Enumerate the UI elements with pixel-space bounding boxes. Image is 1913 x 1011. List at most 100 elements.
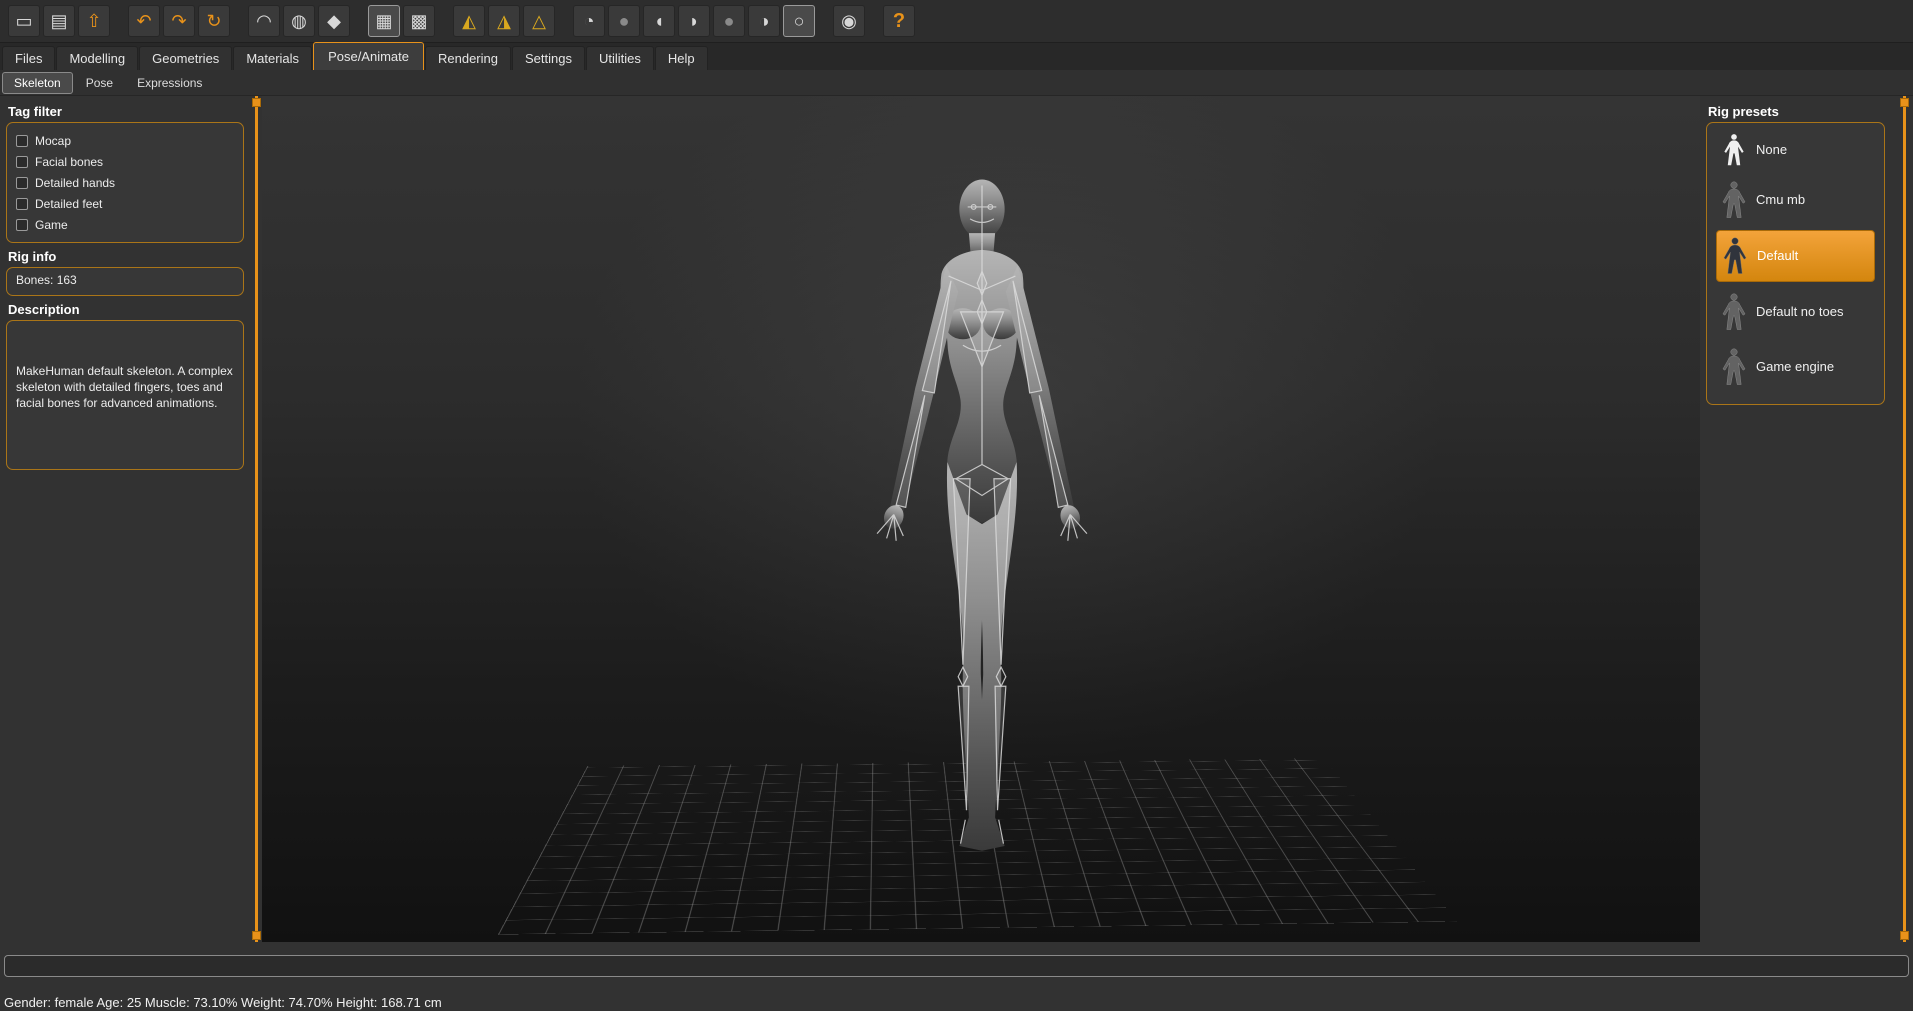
checkbox-mocap[interactable]: Mocap xyxy=(16,130,234,151)
view-half-button[interactable]: ◑ xyxy=(748,5,780,37)
head-top-icon: ● xyxy=(619,12,630,30)
viewport-3d[interactable] xyxy=(262,96,1700,942)
background-toggle-button[interactable]: ▩ xyxy=(403,5,435,37)
description-title: Description xyxy=(8,302,244,317)
tab-utilities[interactable]: Utilities xyxy=(586,46,654,70)
grid-toggle-button[interactable]: ▦ xyxy=(368,5,400,37)
tab-files[interactable]: Files xyxy=(2,46,55,70)
subtab-skeleton[interactable]: Skeleton xyxy=(2,72,73,94)
left-splitter[interactable] xyxy=(250,96,262,942)
head-right-icon: ◗ xyxy=(689,12,700,30)
rig-preset-label: Default xyxy=(1757,248,1798,264)
makehuman-window: ▭ ▤ ⇧ ↶ ↷ ↻ ◠ ◍ ◆ ▦ ▩ ◭ ◮ △ ◔ ● ◖ ◗ ● ◑ … xyxy=(0,0,1913,1011)
checkbox-label: Detailed hands xyxy=(35,176,115,190)
undo-button[interactable]: ↶ xyxy=(128,5,160,37)
right-splitter-top-handle[interactable] xyxy=(1900,98,1909,107)
help-button[interactable]: ? xyxy=(883,5,915,37)
description-box: MakeHuman default skeleton. A complex sk… xyxy=(6,320,244,470)
rig-preset-cmu-mb[interactable]: Cmu mb xyxy=(1716,175,1875,225)
hand-icon: ◠ xyxy=(256,12,272,30)
right-splitter[interactable] xyxy=(1898,96,1910,942)
checkbox-icon xyxy=(16,177,28,189)
grid-icon: ▦ xyxy=(375,12,392,30)
rig-default-no-toes-thumbnail xyxy=(1721,290,1747,334)
head-left-icon: ◖ xyxy=(654,12,665,30)
right-splitter-bottom-handle[interactable] xyxy=(1900,931,1909,940)
bones-count: Bones: 163 xyxy=(16,273,234,287)
rig-info-group: Rig info Bones: 163 xyxy=(6,249,244,296)
save-icon: ▤ xyxy=(50,12,67,30)
checkbox-label: Mocap xyxy=(35,134,71,148)
save-button[interactable]: ▤ xyxy=(43,5,75,37)
rig-preset-label: None xyxy=(1756,142,1787,158)
tab-help[interactable]: Help xyxy=(655,46,708,70)
left-splitter-bottom-handle[interactable] xyxy=(252,931,261,940)
rig-none-thumbnail xyxy=(1721,133,1747,167)
symmetry-left-button[interactable]: ◮ xyxy=(488,5,520,37)
rig-preset-game-engine[interactable]: Game engine xyxy=(1716,342,1875,392)
rig-presets-title: Rig presets xyxy=(1708,104,1885,119)
load-button[interactable]: ⇧ xyxy=(78,5,110,37)
skeleton-view-button[interactable]: ◆ xyxy=(318,5,350,37)
rig-preset-label: Default no toes xyxy=(1756,304,1843,320)
camera-icon: ◉ xyxy=(841,12,857,30)
checkbox-detailed-hands[interactable]: Detailed hands xyxy=(16,172,234,193)
symmetry-both-button[interactable]: △ xyxy=(523,5,555,37)
wireframe-button[interactable]: ◍ xyxy=(283,5,315,37)
checkerboard-icon: ▩ xyxy=(410,12,427,30)
sub-tab-bar: Skeleton Pose Expressions xyxy=(0,70,1913,96)
symmetry-toolbar-group: ◭ ◮ △ xyxy=(453,5,555,37)
symmetry-right-button[interactable]: ◭ xyxy=(453,5,485,37)
help-icon: ? xyxy=(893,11,905,31)
checkbox-detailed-feet[interactable]: Detailed feet xyxy=(16,193,234,214)
progress-bar xyxy=(4,955,1909,977)
rig-preset-label: Cmu mb xyxy=(1756,192,1805,208)
rig-presets-group: Rig presets None Cmu mb Default Default … xyxy=(1706,104,1885,405)
main-toolbar: ▭ ▤ ⇧ ↶ ↷ ↻ ◠ ◍ ◆ ▦ ▩ ◭ ◮ △ ◔ ● ◖ ◗ ● ◑ … xyxy=(0,0,1913,43)
view-top-button[interactable]: ● xyxy=(608,5,640,37)
rig-cmu-mb-thumbnail xyxy=(1721,178,1747,222)
new-document-button[interactable]: ▭ xyxy=(8,5,40,37)
human-model xyxy=(827,166,1137,906)
tab-modelling[interactable]: Modelling xyxy=(56,46,138,70)
tab-geometries[interactable]: Geometries xyxy=(139,46,232,70)
tab-materials[interactable]: Materials xyxy=(233,46,312,70)
head-half-icon: ◑ xyxy=(759,12,770,30)
mesh-toolbar-group: ◠ ◍ ◆ xyxy=(248,5,350,37)
rig-preset-default-no-toes[interactable]: Default no toes xyxy=(1716,287,1875,337)
redo-button[interactable]: ↷ xyxy=(163,5,195,37)
symmetry-icon: △ xyxy=(532,12,546,30)
screenshot-button[interactable]: ◉ xyxy=(833,5,865,37)
checkbox-facial-bones[interactable]: Facial bones xyxy=(16,151,234,172)
camera-views-toolbar-group: ◔ ● ◖ ◗ ● ◑ ○ xyxy=(573,5,815,37)
checkbox-label: Detailed feet xyxy=(35,197,102,211)
subtab-expressions[interactable]: Expressions xyxy=(126,73,213,93)
tag-filter-box: Mocap Facial bones Detailed hands Detail… xyxy=(6,122,244,243)
tab-pose-animate[interactable]: Pose/Animate xyxy=(313,42,424,70)
redo-icon: ↷ xyxy=(171,12,186,30)
tab-rendering[interactable]: Rendering xyxy=(425,46,511,70)
status-bar: Gender: female Age: 25 Muscle: 73.10% We… xyxy=(4,995,442,1010)
skeleton-icon: ◆ xyxy=(327,12,341,30)
symmetry-left-icon: ◮ xyxy=(497,12,511,30)
checkbox-game[interactable]: Game xyxy=(16,214,234,235)
description-group: Description MakeHuman default skeleton. … xyxy=(6,302,244,470)
screenshot-toolbar-group: ◉ xyxy=(833,5,865,37)
view-right-button[interactable]: ◗ xyxy=(678,5,710,37)
left-splitter-top-handle[interactable] xyxy=(252,98,261,107)
reset-view-button[interactable]: ↻ xyxy=(198,5,230,37)
face-view-icon: ◔ xyxy=(584,12,595,30)
left-panel: Tag filter Mocap Facial bones Detailed h… xyxy=(0,96,250,942)
subtab-pose[interactable]: Pose xyxy=(75,73,124,93)
view-face-button[interactable]: ◔ xyxy=(573,5,605,37)
view-left-button[interactable]: ◖ xyxy=(643,5,675,37)
tab-settings[interactable]: Settings xyxy=(512,46,585,70)
hand-tool-button[interactable]: ◠ xyxy=(248,5,280,37)
view-back-button[interactable]: ● xyxy=(713,5,745,37)
checkbox-icon xyxy=(16,135,28,147)
description-text: MakeHuman default skeleton. A complex sk… xyxy=(16,363,234,412)
rig-preset-default[interactable]: Default xyxy=(1716,230,1875,282)
view-orbit-button[interactable]: ○ xyxy=(783,5,815,37)
rig-preset-none[interactable]: None xyxy=(1716,130,1875,170)
rig-default-thumbnail xyxy=(1722,234,1748,278)
